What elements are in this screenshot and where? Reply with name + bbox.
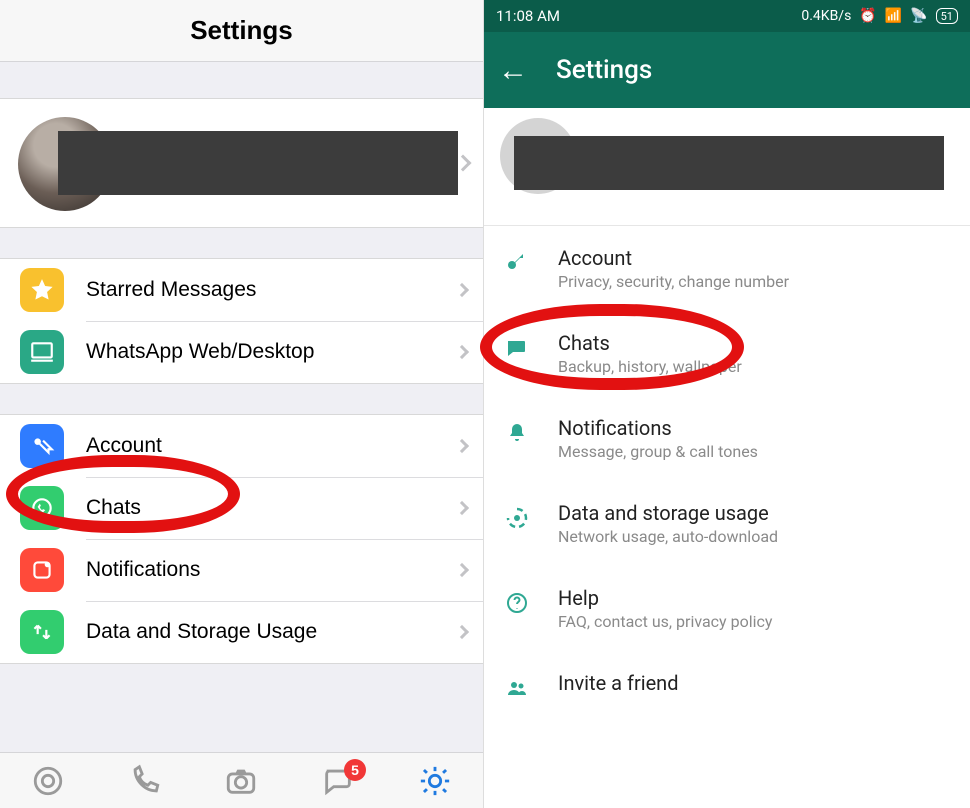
ios-settings-group-2: Account Chats Notifications Data and Sto…	[0, 414, 483, 664]
status-right-cluster: 0.4KB/s ⏰ 📶 📡 51	[801, 8, 958, 24]
tab-chats-icon[interactable]: 5	[320, 763, 356, 799]
wifi-icon: 📡	[910, 8, 927, 24]
android-settings-list: Account Privacy, security, change number…	[484, 226, 970, 723]
item-account[interactable]: Account Privacy, security, change number	[484, 226, 970, 311]
tab-camera-icon[interactable]	[223, 763, 259, 799]
tab-settings-icon[interactable]	[417, 763, 453, 799]
people-icon	[502, 673, 532, 703]
row-notifications[interactable]: Notifications	[0, 539, 483, 601]
star-icon	[20, 268, 64, 312]
item-title: Invite a friend	[558, 671, 679, 695]
chevron-right-icon	[455, 345, 469, 359]
ios-tab-bar: 5	[0, 752, 483, 808]
status-net-speed: 0.4KB/s	[801, 8, 851, 24]
status-time: 11:08 AM	[496, 7, 560, 25]
ios-header: Settings	[0, 0, 483, 62]
row-data-storage[interactable]: Data and Storage Usage	[0, 601, 483, 663]
android-profile-row[interactable]	[484, 108, 970, 226]
key-icon	[20, 424, 64, 468]
row-account[interactable]: Account	[0, 415, 483, 477]
android-settings-screen: 11:08 AM 0.4KB/s ⏰ 📶 📡 51 ← Settings Acc…	[484, 0, 970, 808]
row-label: Chats	[86, 496, 141, 520]
ios-settings-screen: Settings Starred Messages WhatsApp Web/D…	[0, 0, 484, 808]
ios-settings-group-1: Starred Messages WhatsApp Web/Desktop	[0, 258, 483, 384]
data-usage-icon	[502, 503, 532, 533]
android-toolbar: ← Settings	[484, 32, 970, 108]
item-subtitle: Privacy, security, change number	[558, 272, 789, 291]
row-label: WhatsApp Web/Desktop	[86, 340, 314, 364]
toolbar-title: Settings	[556, 55, 652, 85]
row-whatsapp-web[interactable]: WhatsApp Web/Desktop	[0, 321, 483, 383]
item-subtitle: Backup, history, wallpaper	[558, 357, 742, 376]
item-subtitle: FAQ, contact us, privacy policy	[558, 612, 772, 631]
whatsapp-icon	[20, 486, 64, 530]
redacted-name-bar	[58, 131, 458, 195]
item-title: Help	[558, 586, 772, 610]
tab-status-icon[interactable]	[30, 763, 66, 799]
row-label: Notifications	[86, 558, 200, 582]
status-bar: 11:08 AM 0.4KB/s ⏰ 📶 📡 51	[484, 0, 970, 32]
item-notifications[interactable]: Notifications Message, group & call tone…	[484, 396, 970, 481]
alarm-icon: ⏰	[859, 8, 876, 24]
item-chats[interactable]: Chats Backup, history, wallpaper	[484, 311, 970, 396]
item-title: Notifications	[558, 416, 758, 440]
item-title: Data and storage usage	[558, 501, 778, 525]
chevron-right-icon	[455, 501, 469, 515]
row-label: Account	[86, 434, 162, 458]
item-help[interactable]: Help FAQ, contact us, privacy policy	[484, 566, 970, 651]
row-label: Data and Storage Usage	[86, 620, 317, 644]
unread-badge: 5	[344, 759, 366, 781]
row-chats[interactable]: Chats	[0, 477, 483, 539]
bell-icon	[502, 418, 532, 448]
item-title: Account	[558, 246, 789, 270]
chevron-right-icon	[455, 563, 469, 577]
tab-calls-icon[interactable]	[127, 763, 163, 799]
chat-icon	[502, 333, 532, 363]
key-icon	[502, 248, 532, 278]
item-data-storage[interactable]: Data and storage usage Network usage, au…	[484, 481, 970, 566]
desktop-icon	[20, 330, 64, 374]
item-title: Chats	[558, 331, 742, 355]
chevron-right-icon	[455, 283, 469, 297]
chevron-right-icon	[455, 625, 469, 639]
item-subtitle: Message, group & call tones	[558, 442, 758, 461]
ios-profile-row[interactable]	[0, 98, 483, 228]
row-label: Starred Messages	[86, 278, 256, 302]
data-usage-icon	[20, 610, 64, 654]
battery-indicator: 51	[936, 8, 958, 24]
notification-icon	[20, 548, 64, 592]
back-arrow-icon[interactable]: ←	[498, 53, 528, 88]
help-icon	[502, 588, 532, 618]
ios-header-title: Settings	[190, 15, 293, 46]
chevron-right-icon	[455, 439, 469, 453]
item-subtitle: Network usage, auto-download	[558, 527, 778, 546]
signal-icon: 📶	[885, 8, 902, 24]
row-starred-messages[interactable]: Starred Messages	[0, 259, 483, 321]
item-invite-friend[interactable]: Invite a friend	[484, 651, 970, 723]
redacted-name-bar	[514, 136, 944, 190]
